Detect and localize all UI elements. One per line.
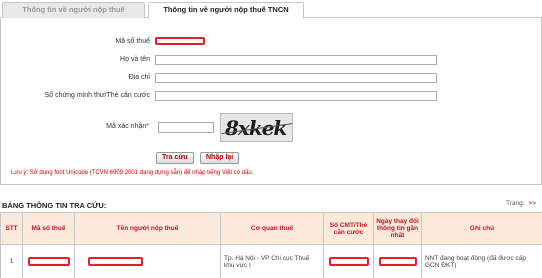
column-header: Tên người nộp thuế xyxy=(74,212,221,245)
redacted-tax-code xyxy=(155,37,205,45)
column-header: STT xyxy=(0,212,23,245)
id-number-label: Số chứng minh thư/Thẻ căn cước xyxy=(44,92,150,99)
unicode-note: Lưu ý: Sử dụng font Unicode (TCVN 6909:2… xyxy=(11,170,254,176)
search-form: Mã số thuế Họ và tên Địa chỉ Số chứng mi… xyxy=(0,18,542,185)
paging-label: Trang: xyxy=(506,200,525,207)
column-header: Cơ quan thuế xyxy=(220,212,324,245)
tab-taxpayer-info[interactable]: Thông tin về người nộp thuế xyxy=(2,2,145,18)
redacted-name-cell xyxy=(88,257,143,266)
column-header: Số CMT/Thẻ căn cước xyxy=(323,212,374,245)
name-label: Họ và tên xyxy=(120,56,150,63)
row-note: NNT đang hoạt động (đã được cấp GCN ĐKT) xyxy=(421,244,542,278)
name-field[interactable] xyxy=(155,55,437,65)
reset-button[interactable]: Nhập lại xyxy=(200,152,240,164)
row-tax-code[interactable] xyxy=(22,244,75,278)
captcha-label: Mã xác nhận* xyxy=(106,123,149,130)
id-number-field[interactable] xyxy=(155,91,437,101)
row-last-changed xyxy=(373,244,422,278)
captcha-image: 8xkek xyxy=(220,113,293,142)
column-header: Mã số thuế xyxy=(22,212,75,245)
search-button[interactable]: Tra cứu xyxy=(156,152,194,164)
address-label: Địa chỉ xyxy=(128,74,150,81)
column-header: Ngày thay đổi thông tin gần nhất xyxy=(373,212,422,245)
results-title: BẢNG THÔNG TIN TRA CỨU: xyxy=(2,201,107,210)
column-header: Ghi chú xyxy=(421,212,542,245)
address-field[interactable] xyxy=(155,73,437,83)
next-page-link[interactable]: >> xyxy=(528,200,536,207)
redacted-id-cell xyxy=(328,257,369,266)
table-row: 1 Tp. Hà Nội - VP Chi cục Thuế khu vực I… xyxy=(0,244,542,278)
row-taxpayer-name xyxy=(74,244,221,278)
row-stt: 1 xyxy=(0,244,23,278)
pagination: Trang: >> xyxy=(506,200,536,207)
tab-bar: Thông tin về người nộp thuế Thông tin về… xyxy=(0,0,542,19)
redacted-tax-code-cell xyxy=(27,257,70,266)
row-tax-office: Tp. Hà Nội - VP Chi cục Thuế khu vực I xyxy=(220,244,324,278)
redacted-date-cell xyxy=(378,257,417,266)
captcha-field[interactable] xyxy=(158,122,214,133)
row-id-number xyxy=(323,244,374,278)
tab-personal-income-taxpayer-info[interactable]: Thông tin về người nộp thuế TNCN xyxy=(148,2,304,19)
table-header-row: STT Mã số thuế Tên người nộp thuế Cơ qua… xyxy=(0,212,542,245)
results-table: STT Mã số thuế Tên người nộp thuế Cơ qua… xyxy=(0,212,542,278)
tax-code-label: Mã số thuế xyxy=(115,38,150,45)
